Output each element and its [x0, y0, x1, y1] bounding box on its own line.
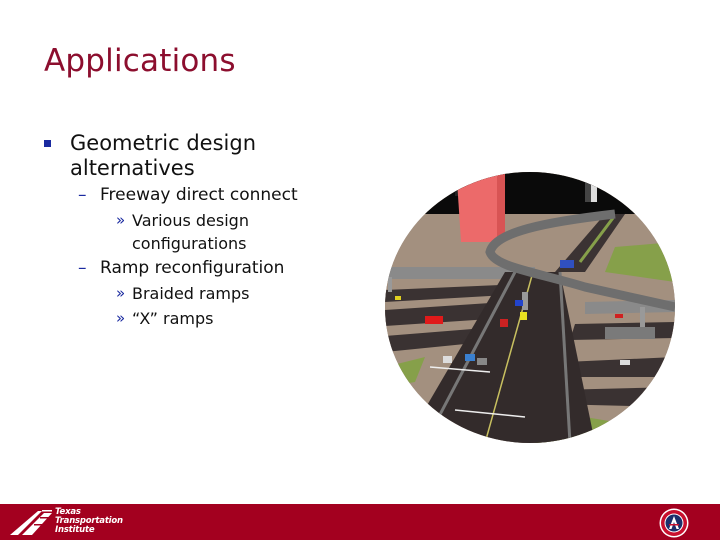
tti-logo: Texas Transportation Institute: [8, 507, 143, 537]
pier: [388, 277, 392, 292]
sub-sub-bullet-various-design: » Various design configurations: [44, 209, 374, 255]
interchange-illustration: [385, 172, 675, 443]
bullet-text-line1: Geometric design: [70, 131, 257, 155]
chevron-bullet-icon: »: [116, 309, 126, 327]
university-seal-icon: [659, 508, 689, 538]
car-white: [620, 360, 630, 365]
car-red: [425, 316, 443, 324]
tti-line3: Institute: [55, 525, 95, 535]
chevron-bullet-icon: »: [116, 284, 126, 302]
sub-bullet-text: Ramp reconfiguration: [100, 258, 285, 278]
car-red: [500, 319, 508, 327]
tti-wordmark: Texas Transportation Institute: [55, 508, 123, 535]
bullet-list: Geometric design alternatives – Freeway …: [44, 131, 374, 330]
car-yellow: [395, 296, 401, 300]
pink-building-side: [497, 172, 505, 242]
sub-bullet-ramp-reconfiguration: – Ramp reconfiguration: [44, 257, 374, 280]
dash-bullet-icon: –: [78, 185, 87, 205]
footer-band: Texas Transportation Institute: [0, 504, 720, 540]
sub-bullet-freeway-direct-connect: – Freeway direct connect: [44, 184, 374, 207]
sub-sub-bullet-line1: Various design: [132, 211, 249, 230]
car-blue: [515, 300, 523, 306]
square-bullet-icon: [44, 140, 51, 147]
sub-sub-bullet-x-ramps: » “X” ramps: [44, 307, 374, 330]
ramp-wall: [605, 327, 655, 339]
building: [591, 182, 597, 202]
sub-sub-bullet-line2: configurations: [132, 234, 247, 253]
dark-skyline: [385, 172, 675, 214]
bullet-geometric-design: Geometric design alternatives: [44, 131, 374, 181]
pier: [640, 307, 645, 329]
interchange-rendering-image: [385, 172, 675, 443]
car-red: [615, 314, 623, 318]
car-cluster: [560, 260, 574, 268]
car-white: [443, 356, 452, 363]
car-grey: [477, 358, 487, 365]
sub-sub-bullet-text: “X” ramps: [132, 309, 214, 328]
car-blue: [465, 354, 475, 361]
tti-road-icon: [10, 510, 52, 535]
sub-sub-bullet-braided-ramps: » Braided ramps: [44, 282, 374, 305]
sub-bullet-text: Freeway direct connect: [100, 185, 298, 205]
chevron-bullet-icon: »: [116, 211, 126, 229]
dash-bullet-icon: –: [78, 258, 87, 278]
slide-title: Applications: [44, 43, 236, 79]
car-yellow: [520, 312, 527, 320]
sub-sub-bullet-text: Braided ramps: [132, 284, 250, 303]
bullet-text-line2: alternatives: [70, 156, 195, 180]
